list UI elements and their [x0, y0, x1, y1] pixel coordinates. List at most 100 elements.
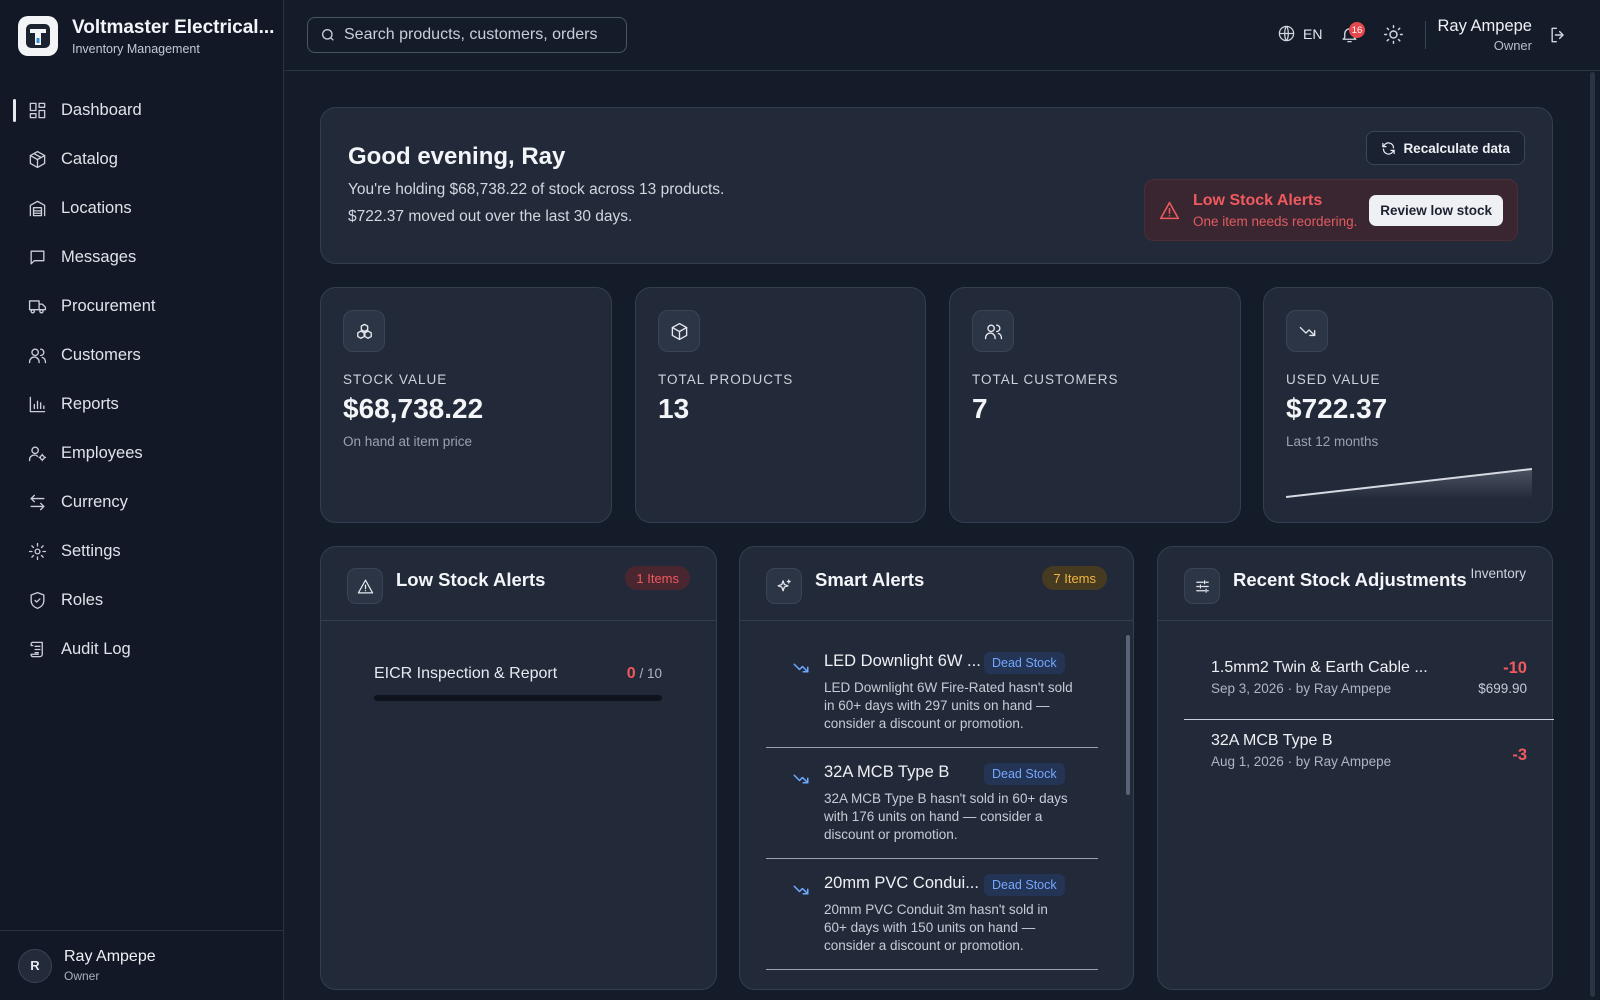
panel-scrollbar[interactable]: [1126, 635, 1130, 795]
trend-down-icon: [792, 881, 810, 904]
header-divider: [1425, 21, 1426, 49]
alert-description: LED Downlight 6W Fire-Rated hasn't sold …: [824, 680, 1073, 731]
recent-adjustments-panel: Recent Stock Adjustments Inventory 1.5mm…: [1157, 546, 1554, 990]
review-low-stock-button[interactable]: Review low stock: [1369, 195, 1503, 226]
sidebar-item-reports[interactable]: Reports: [0, 380, 284, 429]
adjustment-meta: Sep 3, 2026 · by Ray Ampepe: [1211, 681, 1392, 696]
warehouse-icon: [27, 199, 47, 219]
trend-down-icon: [1286, 310, 1328, 352]
sidebar-item-audit-log[interactable]: Audit Log: [0, 625, 284, 674]
list-item[interactable]: 20mm PVC Condui... Dead Stock 20mm PVC C…: [766, 859, 1098, 970]
brand-subtitle: Inventory Management: [72, 41, 200, 56]
used-value-sparkline: [1286, 468, 1532, 499]
sidebar-user-name: Ray Ampepe: [64, 948, 156, 965]
sidebar-item-label: Reports: [61, 395, 119, 413]
sidebar: Voltmaster Electrical... Inventory Manag…: [0, 0, 284, 1000]
sidebar-item-dashboard[interactable]: Dashboard: [0, 86, 284, 135]
count-badge: 1 Items: [625, 566, 690, 590]
stat-label: TOTAL PRODUCTS: [658, 372, 794, 387]
alert-tag: Dead Stock: [984, 652, 1065, 674]
list-item[interactable]: LED Downlight 6W ... Dead Stock LED Down…: [766, 637, 1098, 748]
notifications-button[interactable]: 16: [1340, 22, 1365, 47]
banner-subtitle: One item needs reordering.: [1193, 214, 1358, 229]
panel-title: Recent Stock Adjustments: [1233, 569, 1467, 590]
list-item[interactable]: 1.5mm2 Twin & Earth Cable ... Sep 3, 202…: [1184, 647, 1554, 719]
list-item[interactable]: 32A MCB Type B Aug 1, 2026 · by Ray Ampe…: [1184, 719, 1554, 791]
page-scrollbar[interactable]: [1590, 72, 1595, 997]
alert-title: 32A MCB Type B: [824, 763, 950, 781]
sidebar-item-catalog[interactable]: Catalog: [0, 135, 284, 184]
sidebar-user-role: Owner: [64, 969, 100, 983]
sliders-icon: [1184, 568, 1220, 604]
header-user-name: Ray Ampepe: [1437, 17, 1532, 35]
user-cog-icon: [27, 444, 47, 464]
sidebar-user[interactable]: R Ray Ampepe Owner: [0, 930, 284, 1000]
search-input[interactable]: [344, 26, 614, 44]
greeting-line-1: You're holding $68,738.22 of stock acros…: [348, 181, 725, 198]
sidebar-item-messages[interactable]: Messages: [0, 233, 284, 282]
recalculate-button[interactable]: Recalculate data: [1366, 131, 1525, 165]
sparkles-icon: [766, 568, 802, 604]
shield-icon: [27, 591, 47, 611]
list-item[interactable]: EICR Inspection & Report 0 / 10: [374, 665, 662, 701]
sidebar-item-label: Employees: [61, 444, 143, 462]
trend-down-icon: [792, 659, 810, 682]
sidebar-item-label: Roles: [61, 591, 104, 609]
sidebar-item-employees[interactable]: Employees: [0, 429, 284, 478]
alert-tag: Dead Stock: [984, 763, 1065, 785]
sidebar-item-label: Audit Log: [61, 640, 131, 658]
adjustment-qty: -3: [1512, 746, 1527, 764]
search-box[interactable]: [307, 17, 627, 53]
warning-icon: [1159, 200, 1180, 226]
sidebar-item-procurement[interactable]: Procurement: [0, 282, 284, 331]
brand-logo-icon: [18, 16, 58, 56]
sidebar-item-customers[interactable]: Customers: [0, 331, 284, 380]
sidebar-item-roles[interactable]: Roles: [0, 576, 284, 625]
adjustment-price: $699.90: [1478, 681, 1527, 696]
language-switcher[interactable]: EN: [1277, 24, 1322, 43]
header-user[interactable]: Ray Ampepe Owner: [1438, 17, 1532, 53]
stat-card-total-products: TOTAL PRODUCTS 13: [635, 287, 926, 523]
stat-value: 7: [972, 393, 988, 424]
top-header: EN 16 Ray Ampepe Owner: [284, 0, 1600, 71]
theme-toggle[interactable]: [1383, 24, 1404, 50]
stat-card-used-value: USED VALUE $722.37 Last 12 months: [1263, 287, 1553, 523]
banner-title: Low Stock Alerts: [1193, 192, 1323, 209]
panel-header: Smart Alerts 7 Items: [740, 547, 1133, 621]
sidebar-item-settings[interactable]: Settings: [0, 527, 284, 576]
scroll-icon: [27, 640, 47, 660]
stat-subtitle: Last 12 months: [1286, 434, 1379, 449]
brand[interactable]: Voltmaster Electrical... Inventory Manag…: [18, 16, 274, 56]
alert-description: 32A MCB Type B hasn't sold in 60+ days w…: [824, 791, 1068, 842]
stat-value: $722.37: [1286, 393, 1388, 424]
list-item[interactable]: 32A MCB Type B Dead Stock 32A MCB Type B…: [766, 748, 1098, 859]
sidebar-item-label: Locations: [61, 199, 132, 217]
item-qty-current: 0: [626, 665, 636, 682]
panel-title: Smart Alerts: [815, 569, 925, 590]
refresh-icon: [1382, 141, 1396, 155]
sidebar-item-label: Messages: [61, 248, 137, 266]
alert-description: 20mm PVC Conduit 3m hasn't sold in 60+ d…: [824, 902, 1048, 953]
sidebar-item-label: Settings: [61, 542, 121, 560]
avatar: R: [18, 948, 52, 983]
users-icon: [972, 310, 1014, 352]
inventory-link[interactable]: Inventory: [1470, 566, 1526, 581]
stat-label: STOCK VALUE: [343, 372, 448, 387]
sidebar-item-currency[interactable]: Currency: [0, 478, 284, 527]
brand-name: Voltmaster Electrical...: [72, 16, 275, 38]
greeting-card: Good evening, Ray You're holding $68,738…: [320, 107, 1553, 264]
stat-card-total-customers: TOTAL CUSTOMERS 7: [949, 287, 1241, 523]
smart-alerts-list[interactable]: LED Downlight 6W ... Dead Stock LED Down…: [766, 637, 1098, 977]
stat-card-stock-value: STOCK VALUE $68,738.22 On hand at item p…: [320, 287, 612, 523]
sidebar-item-label: Procurement: [61, 297, 156, 315]
alert-tag: Dead Stock: [984, 874, 1065, 896]
language-label: EN: [1303, 25, 1323, 42]
recalculate-label: Recalculate data: [1403, 140, 1510, 156]
stat-value: $68,738.22: [343, 393, 484, 424]
item-quantity: 0 / 10: [627, 665, 662, 683]
stat-subtitle: On hand at item price: [343, 434, 473, 449]
logout-button[interactable]: [1548, 25, 1568, 50]
panel-header: Recent Stock Adjustments Inventory: [1158, 547, 1552, 621]
sidebar-item-locations[interactable]: Locations: [0, 184, 284, 233]
bar-chart-icon: [27, 395, 47, 415]
